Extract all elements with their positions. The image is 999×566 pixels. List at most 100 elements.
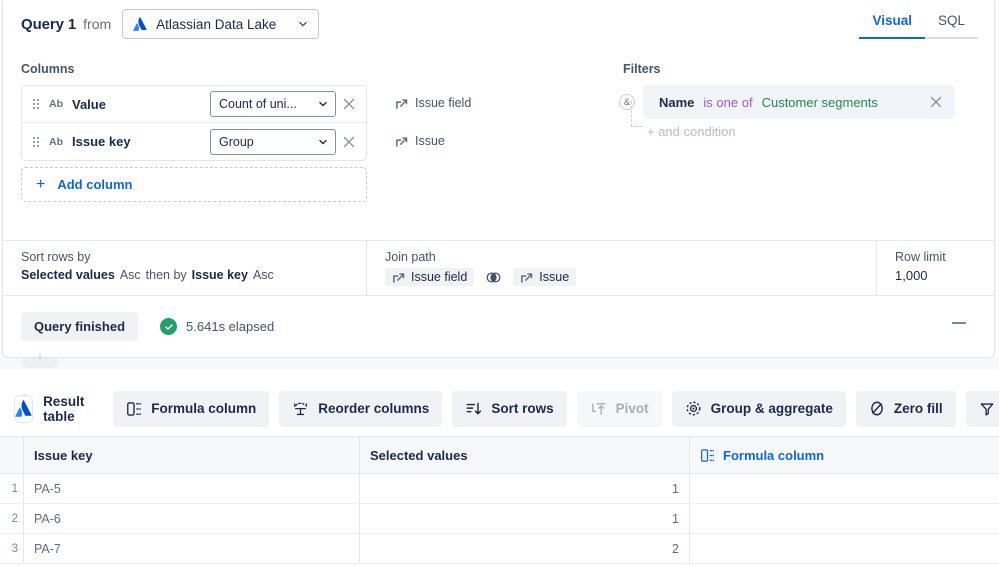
- cell-formula-column[interactable]: [690, 534, 999, 563]
- row-number-header: [0, 437, 24, 473]
- reorder-columns-icon: [294, 402, 308, 415]
- formula-column-header-label: Formula column: [723, 447, 825, 463]
- chevron-down-icon: [319, 101, 327, 107]
- join-path-cell[interactable]: Join path Issue field Issue: [367, 241, 877, 295]
- cell-issue-key-text: PA-5: [34, 481, 61, 496]
- filter-connector-label: &: [619, 94, 635, 110]
- tab-visual[interactable]: Visual: [859, 8, 925, 39]
- cell-formula-column[interactable]: [690, 504, 999, 533]
- table-header-row: Issue key Selected values Formula column: [0, 437, 999, 474]
- tab-sql[interactable]: SQL: [924, 8, 978, 39]
- table-row[interactable]: 2 PA-6 1: [0, 504, 999, 534]
- filter-connector[interactable]: &: [619, 94, 641, 110]
- remove-column-button[interactable]: [336, 91, 362, 117]
- column-type-tag: Ab: [49, 98, 63, 110]
- join-arrow-icon: [393, 272, 405, 283]
- column-source-value: Issue: [395, 134, 445, 148]
- cell-selected-values-text: 1: [672, 481, 679, 496]
- filters-section-title: Filters: [623, 62, 661, 76]
- formula-column-button[interactable]: Formula column: [113, 390, 270, 427]
- zero-fill-icon: [871, 401, 883, 416]
- column-aggregation-value: Count of uni...: [219, 97, 297, 111]
- cell-issue-key[interactable]: PA-7: [24, 534, 360, 563]
- atlassian-logo-icon: [14, 394, 34, 423]
- row-number: 2: [0, 504, 24, 533]
- panel-resize-handle[interactable]: [22, 354, 58, 368]
- minimize-icon[interactable]: [952, 322, 966, 324]
- zero-fill-label: Zero fill: [893, 401, 943, 416]
- join-arrow-icon: [396, 136, 408, 147]
- sort-rows-icon: [466, 402, 482, 414]
- group-aggregate-label: Group & aggregate: [710, 401, 833, 416]
- pivot-label: Pivot: [615, 401, 649, 416]
- cell-issue-key[interactable]: PA-6: [24, 504, 360, 533]
- close-icon: [930, 96, 942, 108]
- sort-rows-value: Selected values Asc then by Issue key Asc: [21, 268, 366, 282]
- status-badge[interactable]: Query finished: [21, 312, 139, 341]
- join-arrow-icon: [396, 98, 408, 109]
- cell-selected-values[interactable]: 2: [360, 534, 690, 563]
- sort-rows-cell[interactable]: Sort rows by Selected values Asc then by Is…: [3, 241, 367, 295]
- add-column-button[interactable]: + Add column: [21, 167, 367, 202]
- result-table-button[interactable]: Result table: [8, 391, 103, 427]
- sort-rows-button[interactable]: Sort rows: [452, 390, 567, 427]
- pivot-button[interactable]: Pivot: [576, 390, 662, 427]
- column-header-issue-key[interactable]: Issue key: [24, 437, 360, 473]
- table-row[interactable]: 3 PA-7 2: [0, 534, 999, 564]
- filter-icon: [980, 402, 993, 416]
- sort-primary-dir: Asc: [119, 268, 141, 282]
- column-aggregation-value: Group: [219, 134, 254, 149]
- formula-column-label: Formula column: [151, 401, 257, 416]
- cell-selected-values[interactable]: 1: [360, 474, 690, 503]
- cell-issue-key-text: PA-7: [34, 541, 61, 556]
- close-icon: [343, 98, 355, 110]
- formula-column-icon: [127, 401, 142, 416]
- reorder-columns-button[interactable]: Reorder columns: [279, 390, 443, 427]
- column-header-formula-column[interactable]: Formula column: [690, 437, 999, 473]
- column-row[interactable]: Ab Issue key Group: [22, 123, 366, 160]
- elapsed-text: 5.641s elapsed: [186, 319, 275, 334]
- filters-section: Filters & Name is one of Customer segmen…: [591, 48, 976, 202]
- add-and-condition-button[interactable]: + and condition: [647, 124, 976, 139]
- remove-column-button[interactable]: [336, 129, 362, 155]
- formula-column-icon: [701, 448, 715, 462]
- elapsed-indicator: 5.641s elapsed: [160, 318, 274, 335]
- join-venn-icon: [486, 271, 501, 284]
- cell-issue-key-text: PA-6: [34, 511, 61, 526]
- join-right-label: Issue: [539, 270, 570, 284]
- join-path-label: Join path: [385, 250, 436, 264]
- connector-line: [631, 101, 632, 127]
- column-aggregation-select[interactable]: Count of uni...: [210, 91, 336, 117]
- cell-selected-values-text: 1: [672, 511, 679, 526]
- remove-filter-button[interactable]: [923, 89, 949, 115]
- drag-handle-icon[interactable]: [30, 97, 42, 111]
- sort-secondary-dir: Asc: [252, 268, 274, 282]
- cell-issue-key[interactable]: PA-5: [24, 474, 360, 503]
- page-title: Query 1: [21, 15, 77, 33]
- result-table-label: Result table: [43, 393, 85, 424]
- row-limit-cell[interactable]: Row limit 1,000: [877, 241, 994, 295]
- filter-field: Name: [659, 94, 695, 110]
- result-toolbar: Result table Formula column Reorder colu…: [0, 381, 999, 437]
- table-row[interactable]: 1 PA-5 1: [0, 474, 999, 504]
- column-aggregation-select[interactable]: Group: [210, 128, 336, 155]
- sort-rows-label: Sort rows: [491, 401, 554, 416]
- row-limit-value: 1,000: [895, 268, 928, 283]
- cell-selected-values[interactable]: 1: [360, 504, 690, 533]
- join-arrow-icon: [521, 272, 533, 283]
- atlassian-logo-icon: [133, 17, 147, 31]
- columns-section-title: Columns: [21, 62, 75, 76]
- column-row[interactable]: Ab Value Count of uni...: [22, 86, 366, 123]
- zero-fill-button[interactable]: Zero fill: [855, 390, 956, 427]
- sort-secondary-field: Issue key: [191, 268, 248, 282]
- column-source-label: Issue field: [415, 96, 472, 110]
- column-header-selected-values[interactable]: Selected values: [360, 437, 690, 473]
- chevron-down-icon: [299, 21, 307, 27]
- filter-condition[interactable]: Name is one of Customer segments: [643, 85, 955, 119]
- data-source-select[interactable]: Atlassian Data Lake: [122, 9, 320, 39]
- drag-handle-icon[interactable]: [30, 135, 42, 149]
- cell-formula-column[interactable]: [690, 474, 999, 503]
- query-meta-strip: Sort rows by Selected values Asc then by Is…: [3, 240, 994, 295]
- filter-button[interactable]: Fi: [965, 390, 999, 427]
- group-aggregate-button[interactable]: Group & aggregate: [671, 390, 846, 427]
